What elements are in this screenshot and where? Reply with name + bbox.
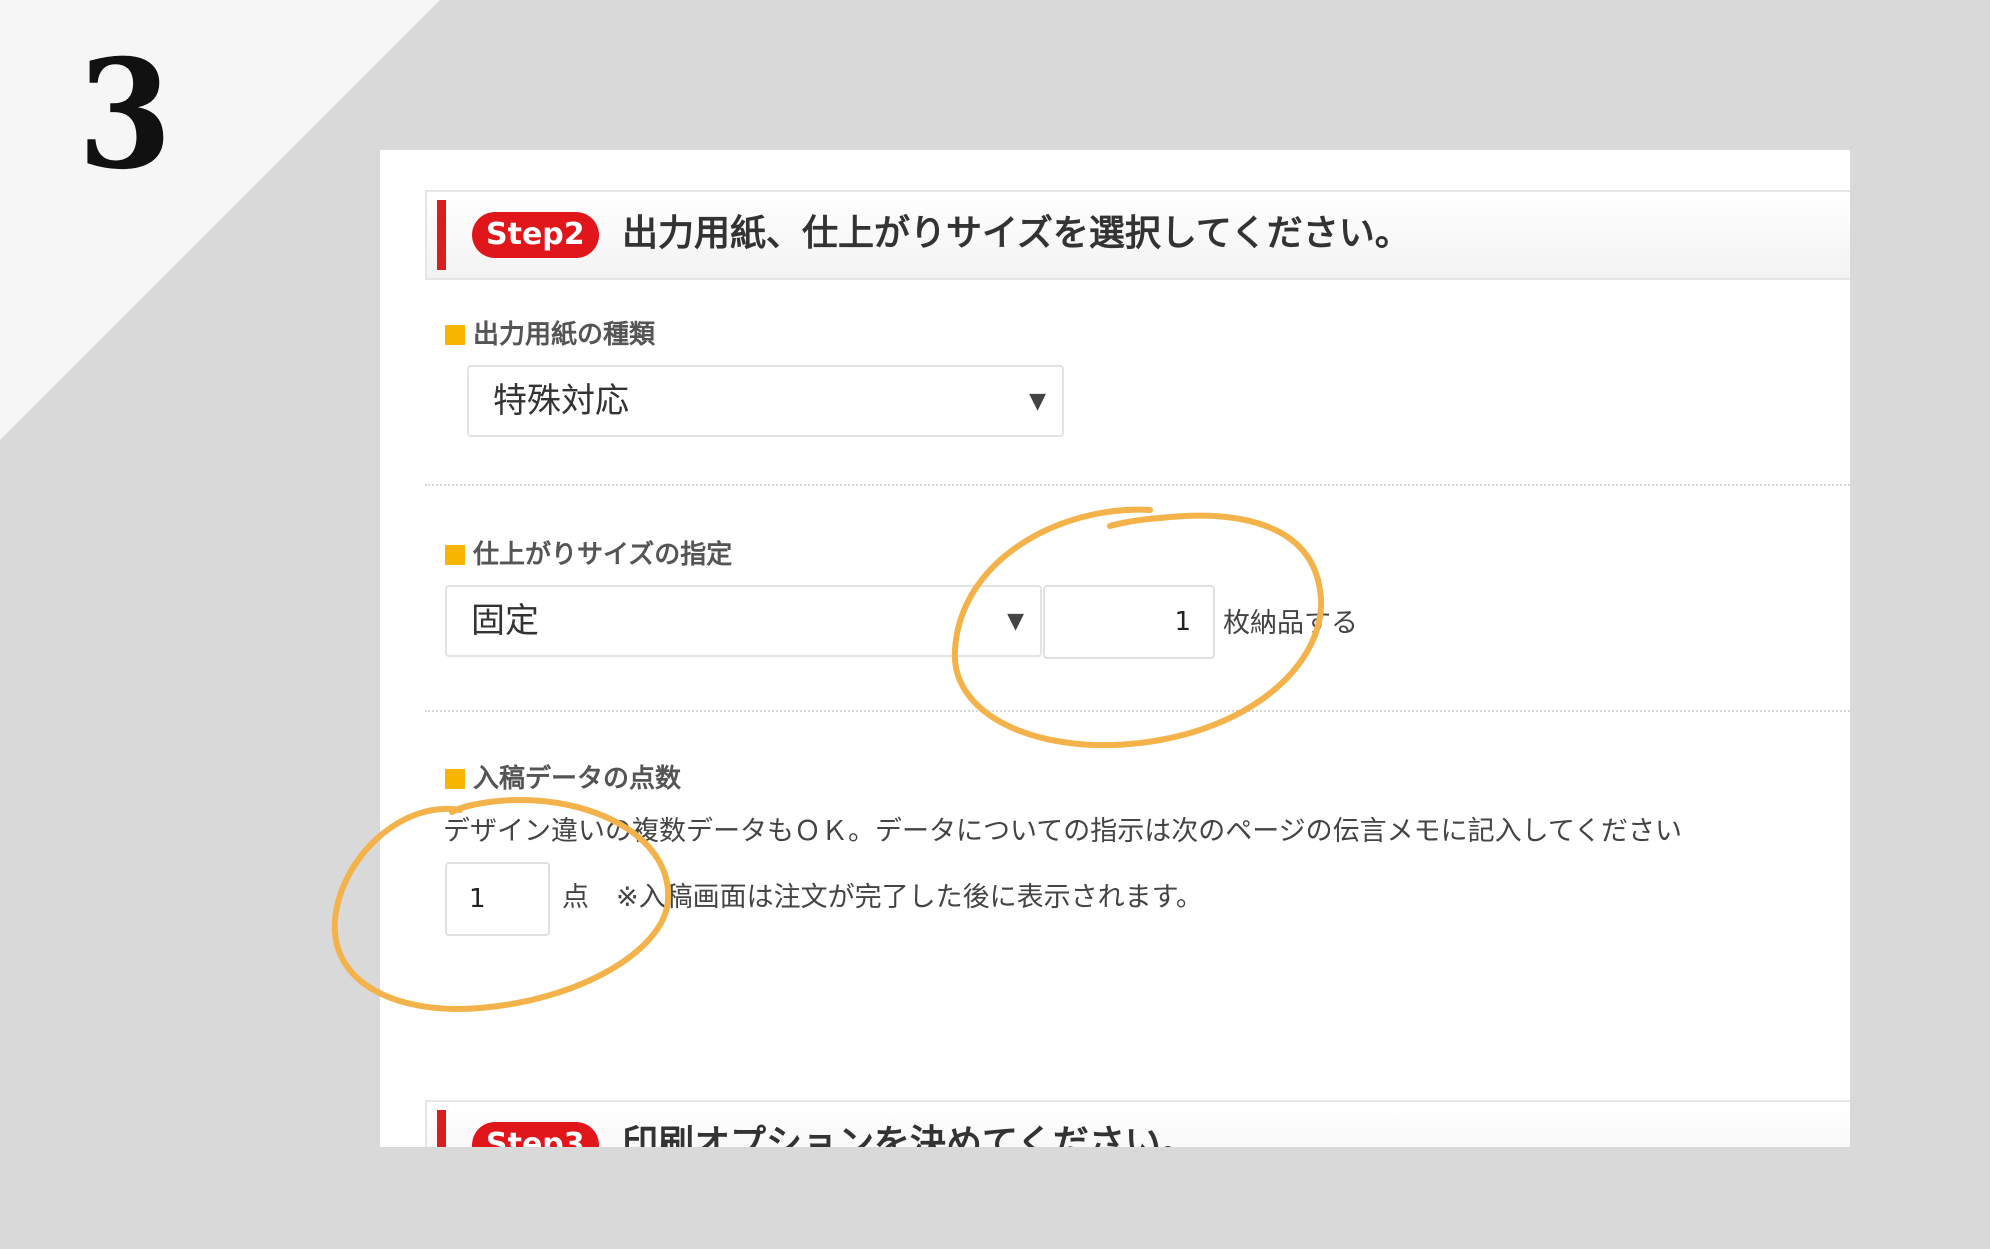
annotation-circle-count	[331, 796, 672, 1012]
annotation-circle-quantity	[951, 506, 1325, 749]
annotation-overlay	[331, 506, 1325, 1012]
